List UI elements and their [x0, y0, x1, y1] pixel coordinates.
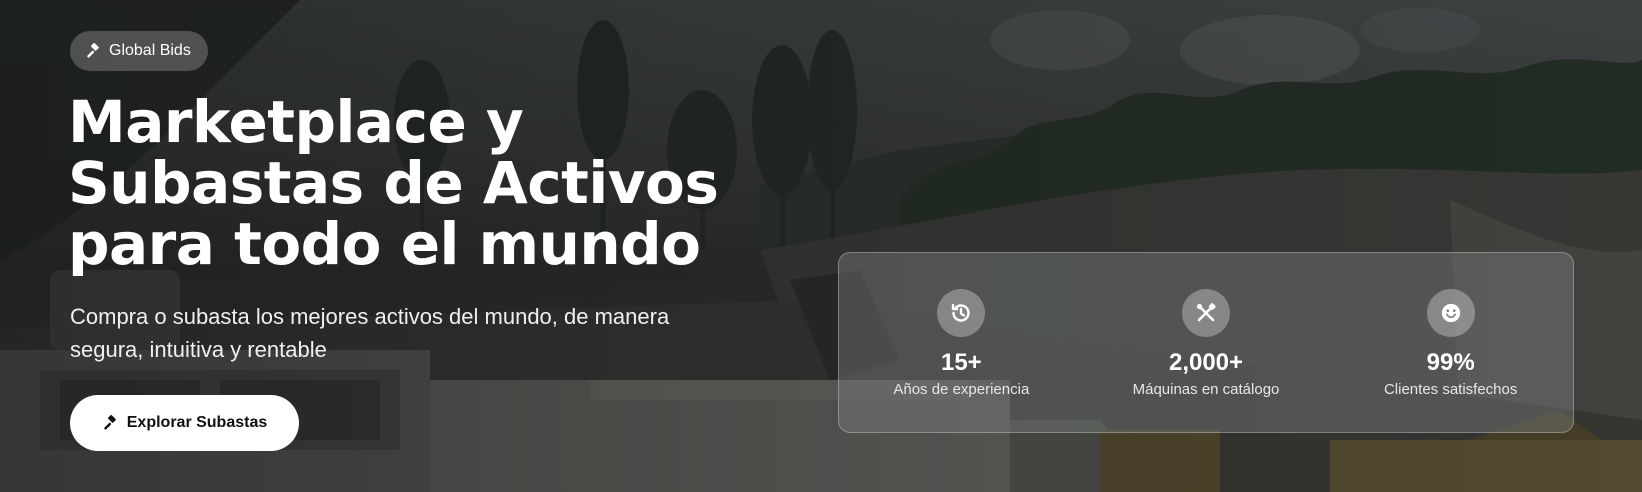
hero-title: Marketplace y Subastas de Activos para t… — [68, 92, 748, 275]
gavel-icon — [102, 414, 119, 432]
hero-title-line-2: Subastas de Activos — [68, 149, 719, 217]
stat-value: 99% — [1426, 349, 1475, 376]
stat-machines: 2,000+ Máquinas en catálogo — [1084, 253, 1329, 432]
smile-icon — [1426, 289, 1475, 337]
stat-value: 2,000+ — [1168, 349, 1244, 376]
stat-experience: 15+ Años de experiencia — [839, 253, 1084, 432]
hero-subtitle: Compra o subasta los mejores activos del… — [70, 304, 670, 362]
stat-clients: 99% Clientes satisfechos — [1328, 253, 1573, 432]
badge-label: Global Bids — [109, 42, 191, 59]
tools-icon — [1182, 289, 1230, 337]
explore-auctions-button[interactable]: Explorar Subastas — [70, 395, 299, 451]
stat-value: 15+ — [940, 349, 982, 376]
explore-auctions-label: Explorar Subastas — [126, 414, 268, 431]
global-bids-badge: Global Bids — [70, 31, 208, 71]
stat-label: Clientes satisfechos — [1383, 381, 1518, 398]
stats-card: 15+ Años de experiencia 2,000+ Máquinas … — [838, 252, 1574, 433]
gavel-icon — [85, 42, 102, 60]
hero-title-line-1: Marketplace y — [68, 88, 524, 156]
hero-title-line-3: para todo el mundo — [68, 210, 701, 278]
stat-label: Máquinas en catálogo — [1132, 381, 1280, 398]
stat-label: Años de experiencia — [893, 381, 1030, 398]
history-icon — [937, 289, 986, 337]
